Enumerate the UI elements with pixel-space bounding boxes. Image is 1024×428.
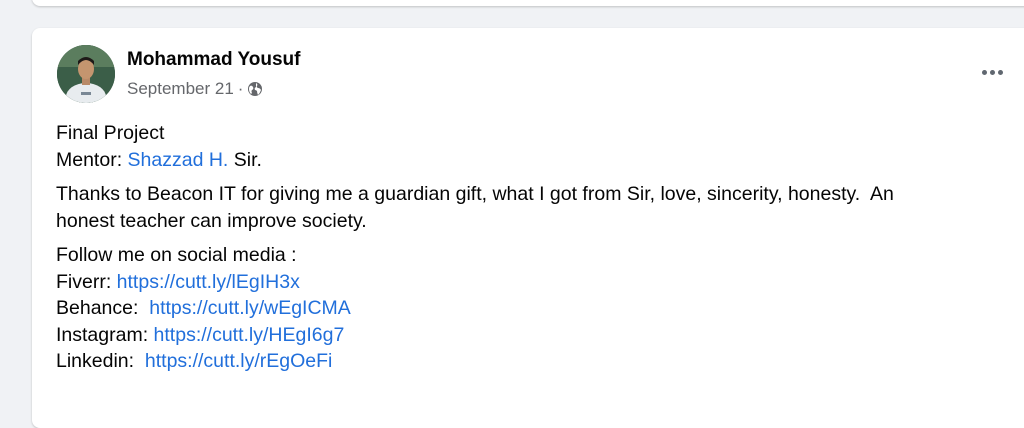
more-dot-3 bbox=[997, 69, 1003, 75]
globe-icon[interactable] bbox=[247, 81, 263, 97]
date-separator: · bbox=[237, 79, 244, 98]
social-label: Behance: bbox=[56, 297, 150, 319]
previous-post-card bbox=[32, 0, 1024, 6]
thanks-line-2: honest teacher can improve society. bbox=[56, 209, 367, 232]
mentor-prefix: Mentor: bbox=[56, 148, 128, 171]
social-label: Linkedin: bbox=[56, 350, 145, 372]
social-link-instagram[interactable]: https://cutt.ly/HEgI6g7 bbox=[154, 324, 345, 346]
post-card: Mohammad Yousuf September 21 · Final Pro… bbox=[32, 28, 1024, 428]
social-link-linkedin[interactable]: https://cutt.ly/rEgOeFi bbox=[145, 350, 332, 372]
mentor-suffix: Sir. bbox=[228, 148, 262, 171]
social-label: Fiverr: bbox=[56, 270, 117, 293]
social-line-instagram: Instagram: https://cutt.ly/HEgI6g7 bbox=[56, 322, 1016, 349]
post-meta: September 21 · bbox=[127, 79, 263, 99]
social-label: Instagram: bbox=[56, 323, 154, 346]
avatar[interactable] bbox=[57, 45, 115, 103]
social-line-fiverr: Fiverr: https://cutt.ly/lEgIH3x bbox=[56, 269, 1016, 296]
more-dot-2 bbox=[989, 69, 995, 75]
mentor-line: Mentor: Shazzad H. Sir. bbox=[56, 147, 1016, 174]
post-paragraph-thanks: Thanks to Beacon IT for giving me a guar… bbox=[56, 181, 1016, 234]
social-link-fiverr[interactable]: https://cutt.ly/lEgIH3x bbox=[117, 271, 300, 293]
post-body: Final Project Mentor: Shazzad H. Sir. Th… bbox=[56, 120, 1016, 383]
thanks-line-1: Thanks to Beacon IT for giving me a guar… bbox=[56, 183, 894, 205]
more-options-icon[interactable] bbox=[974, 60, 1010, 84]
social-line-behance: Behance: https://cutt.ly/wEgICMA bbox=[56, 295, 1016, 322]
post-date[interactable]: September 21 bbox=[127, 79, 234, 99]
post-paragraph-social: Follow me on social media : Fiverr: http… bbox=[56, 242, 1016, 375]
post-title-line: Final Project bbox=[56, 122, 165, 144]
mentor-link[interactable]: Shazzad H. bbox=[128, 149, 229, 171]
post-paragraph-project: Final Project Mentor: Shazzad H. Sir. bbox=[56, 120, 1016, 173]
social-line-linkedin: Linkedin: https://cutt.ly/rEgOeFi bbox=[56, 348, 1016, 375]
author-name[interactable]: Mohammad Yousuf bbox=[127, 49, 300, 71]
follow-line: Follow me on social media : bbox=[56, 244, 297, 266]
more-dot-1 bbox=[981, 69, 987, 75]
social-link-behance[interactable]: https://cutt.ly/wEgICMA bbox=[149, 297, 351, 319]
